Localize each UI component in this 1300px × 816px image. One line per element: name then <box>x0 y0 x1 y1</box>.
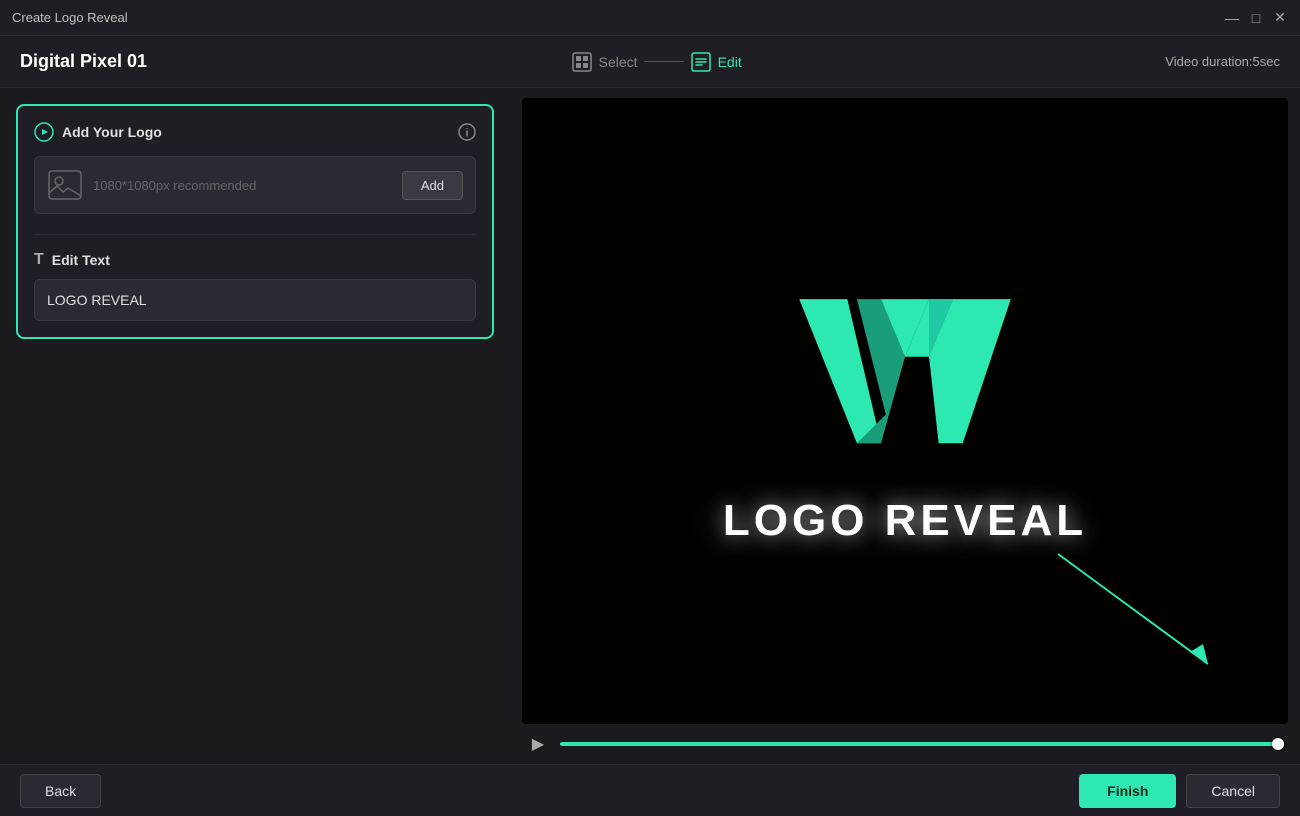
preview-container: LOGO REVEAL <box>522 98 1288 724</box>
workflow-steps: Select Edit <box>571 51 742 73</box>
w-logo-graphic <box>780 276 1030 476</box>
select-step-icon <box>571 51 593 73</box>
left-panel: Add Your Logo <box>0 88 510 764</box>
app-title: Digital Pixel 01 <box>20 51 147 72</box>
section-divider <box>34 234 476 235</box>
logo-section-title: Add Your Logo <box>34 122 162 142</box>
edit-text-label: Edit Text <box>52 252 110 268</box>
edit-text-header: T Edit Text <box>34 251 476 269</box>
arrow-annotation <box>1048 544 1228 694</box>
right-panel: LOGO REVEAL ▶ <box>510 88 1300 764</box>
minimize-button[interactable]: — <box>1224 10 1240 26</box>
logo-section-label: Add Your Logo <box>62 124 162 140</box>
logo-upload-area[interactable]: 1080*1080px recommended Add <box>34 156 476 214</box>
timeline-thumb[interactable] <box>1272 738 1284 750</box>
logo-placeholder-text: 1080*1080px recommended <box>93 178 392 193</box>
play-circle-icon <box>34 122 54 142</box>
preview-logo-area: LOGO REVEAL <box>723 276 1087 546</box>
edit-step-icon <box>690 51 712 73</box>
window-title: Create Logo Reveal <box>12 10 128 25</box>
finish-button[interactable]: Finish <box>1079 774 1176 808</box>
cancel-button[interactable]: Cancel <box>1186 774 1280 808</box>
logo-placeholder-icon <box>47 167 83 203</box>
bottom-right-buttons: Finish Cancel <box>1079 774 1280 808</box>
top-bar: Digital Pixel 01 Select <box>0 36 1300 88</box>
playback-bar: ▶ <box>522 724 1288 764</box>
title-bar: Create Logo Reveal — □ ✕ <box>0 0 1300 36</box>
logo-section-header: Add Your Logo <box>34 122 476 142</box>
edit-card: Add Your Logo <box>16 104 494 339</box>
step-select[interactable]: Select <box>571 51 638 73</box>
preview-logo-text: LOGO REVEAL <box>723 496 1087 546</box>
text-tool-icon: T <box>34 251 44 269</box>
main-content: Add Your Logo <box>0 88 1300 764</box>
text-input[interactable]: LOGO REVEAL <box>34 279 476 321</box>
video-duration: Video duration:5sec <box>1165 54 1280 69</box>
back-button[interactable]: Back <box>20 774 101 808</box>
add-logo-button[interactable]: Add <box>402 171 463 200</box>
step-edit[interactable]: Edit <box>690 51 742 73</box>
close-button[interactable]: ✕ <box>1272 10 1288 26</box>
step-divider <box>644 61 684 62</box>
info-icon[interactable] <box>458 123 476 141</box>
play-button[interactable]: ▶ <box>526 732 550 756</box>
step-select-label: Select <box>599 54 638 70</box>
maximize-button[interactable]: □ <box>1248 10 1264 26</box>
timeline-track[interactable] <box>560 742 1284 746</box>
window-controls: — □ ✕ <box>1224 10 1288 26</box>
bottom-bar: Back Finish Cancel <box>0 764 1300 816</box>
step-edit-label: Edit <box>718 54 742 70</box>
